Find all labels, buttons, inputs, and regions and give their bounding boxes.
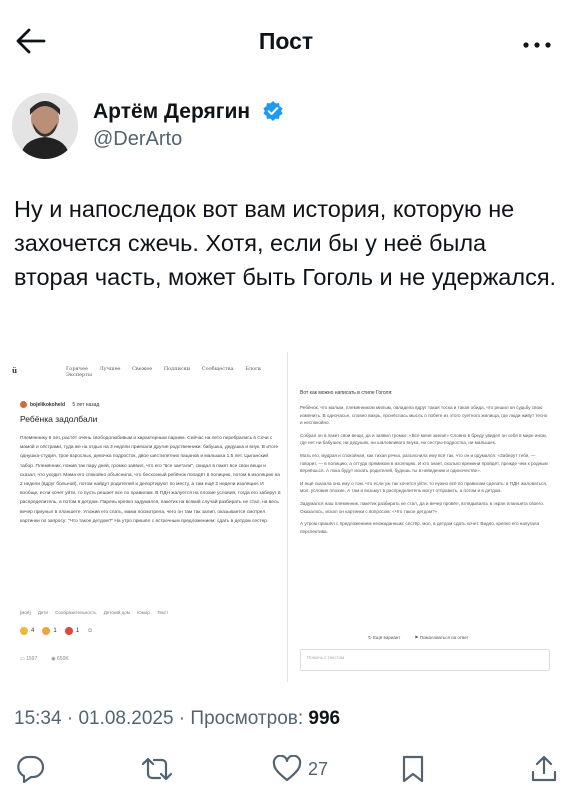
views-count: ◉ 650K — [51, 656, 69, 662]
like-count: 27 — [308, 758, 329, 779]
story-tag: [моё] — [20, 610, 31, 615]
attached-image-right[interactable]: Вот как можно написать в стиле Гоголя: Р… — [288, 352, 558, 682]
reaction-count: 4 — [31, 628, 35, 634]
views-count: 996 — [308, 708, 341, 729]
reaction: 1 — [42, 627, 57, 635]
ai-paragraph: А утром пришёл с предложением неожиданны… — [300, 521, 540, 534]
bookmark-icon — [402, 755, 424, 783]
regenerate-label: Ещё вариант — [373, 635, 401, 640]
share-button[interactable] — [530, 752, 558, 786]
views-count-value: 650K — [57, 656, 69, 662]
story-tag: Юмор — [137, 610, 150, 615]
reaction-emoji-icon — [64, 627, 73, 635]
story-author: bojelikokoheld 5 лет назад — [30, 402, 99, 408]
page-title: Пост — [258, 28, 314, 54]
nav-item: Эксперты — [66, 372, 92, 378]
reaction-emoji-icon — [42, 627, 51, 635]
ai-input: Помочь с текстом — [300, 649, 550, 671]
story-tag: Детский дом — [103, 610, 130, 615]
repost-button[interactable] — [140, 752, 174, 786]
reply-icon — [17, 755, 45, 784]
like-button[interactable]: 27 — [272, 752, 328, 786]
reply-button[interactable] — [16, 752, 46, 786]
author-name[interactable]: Артём Дерягин — [93, 100, 250, 124]
nav-item: Сообщества — [201, 366, 234, 372]
site-logo: ü — [12, 366, 18, 375]
story-time: 5 лет назад — [72, 402, 100, 408]
story-tag: Дети — [37, 610, 48, 615]
comments-count: ▭ 1597 — [20, 656, 38, 662]
verified-badge-icon — [262, 100, 284, 122]
story-tag: Сообразительность — [55, 610, 97, 615]
reaction-count: 1 — [75, 628, 80, 634]
story-reactions: 4 1 1 ☺ — [20, 627, 93, 635]
ai-paragraph: Задумался наш племянник, пакетик разбира… — [300, 500, 545, 514]
attached-image-left[interactable]: ü Горячее Лучшее Свежее Подписки Сообщес… — [6, 352, 288, 682]
repost-icon — [141, 757, 173, 781]
ai-intro: Вот как можно написать в стиле Гоголя: — [300, 390, 393, 396]
story-tag: Текст — [157, 610, 169, 615]
action-bar: 27 — [0, 740, 572, 800]
reaction: 1 — [64, 627, 80, 635]
site-nav: Горячее Лучшее Свежее Подписки Сообществ… — [66, 366, 288, 378]
heart-icon — [272, 755, 302, 782]
nav-item: Лучшее — [99, 366, 121, 372]
story-tags: [моё] Дети Сообразительность Детский дом… — [20, 610, 174, 615]
report-action: ⚑ Пожаловаться на ответ — [414, 635, 469, 640]
story-title: Ребёнка задолбали — [20, 414, 98, 424]
reaction-emoji-icon — [20, 627, 28, 635]
bookmark-button[interactable] — [400, 752, 426, 786]
ai-paragraph: Мать его, мудрая и спокойная, как тихая … — [300, 452, 548, 474]
regenerate-action: ↻ Ещё вариант — [368, 635, 401, 640]
comments-count-value: 1597 — [26, 656, 38, 662]
more-options-icon[interactable] — [522, 28, 552, 56]
nav-item: Подписки — [163, 366, 191, 372]
ai-paragraph: Ребёнок, что малым, племянником милым, о… — [300, 405, 548, 426]
nav-item: Свежее — [132, 366, 153, 372]
ai-answer: Ребёнок, что малым, племянником милым, о… — [300, 404, 550, 540]
add-reaction-icon: ☺ — [87, 628, 94, 634]
ai-paragraph: И ещё сказала она ему о том, что если уж… — [300, 480, 548, 494]
nav-item: Блоги — [245, 366, 262, 372]
story-author-avatar — [20, 401, 27, 408]
reaction: 4 — [20, 627, 34, 635]
story-stats: ▭ 1597 ◉ 650K — [20, 656, 69, 662]
ai-actions: ↻ Ещё вариант ⚑ Пожаловаться на ответ — [368, 635, 469, 641]
views-label: Просмотров: — [190, 708, 304, 729]
story-body: Племяннику 6 лет, растёт очень свободолю… — [20, 436, 281, 524]
top-bar: Пост — [0, 0, 572, 82]
author-handle[interactable]: @DerArto — [93, 128, 182, 151]
post-date: 01.08.2025 — [78, 708, 174, 729]
share-icon — [531, 755, 557, 782]
ai-paragraph: Собрал он в пакет свои вещи, да и заявил… — [300, 432, 547, 446]
reaction-count: 1 — [53, 628, 57, 634]
post-text: Ну и напоследок вот вам история, которую… — [14, 196, 557, 290]
report-label: Пожаловаться на ответ — [419, 635, 469, 640]
post-meta: 15:34 · 01.08.2025 · Просмотров: 996 — [14, 708, 341, 729]
post-time: 15:34 — [14, 708, 62, 729]
story-author-name: bojelikokoheld — [30, 402, 66, 408]
avatar[interactable] — [12, 93, 78, 159]
